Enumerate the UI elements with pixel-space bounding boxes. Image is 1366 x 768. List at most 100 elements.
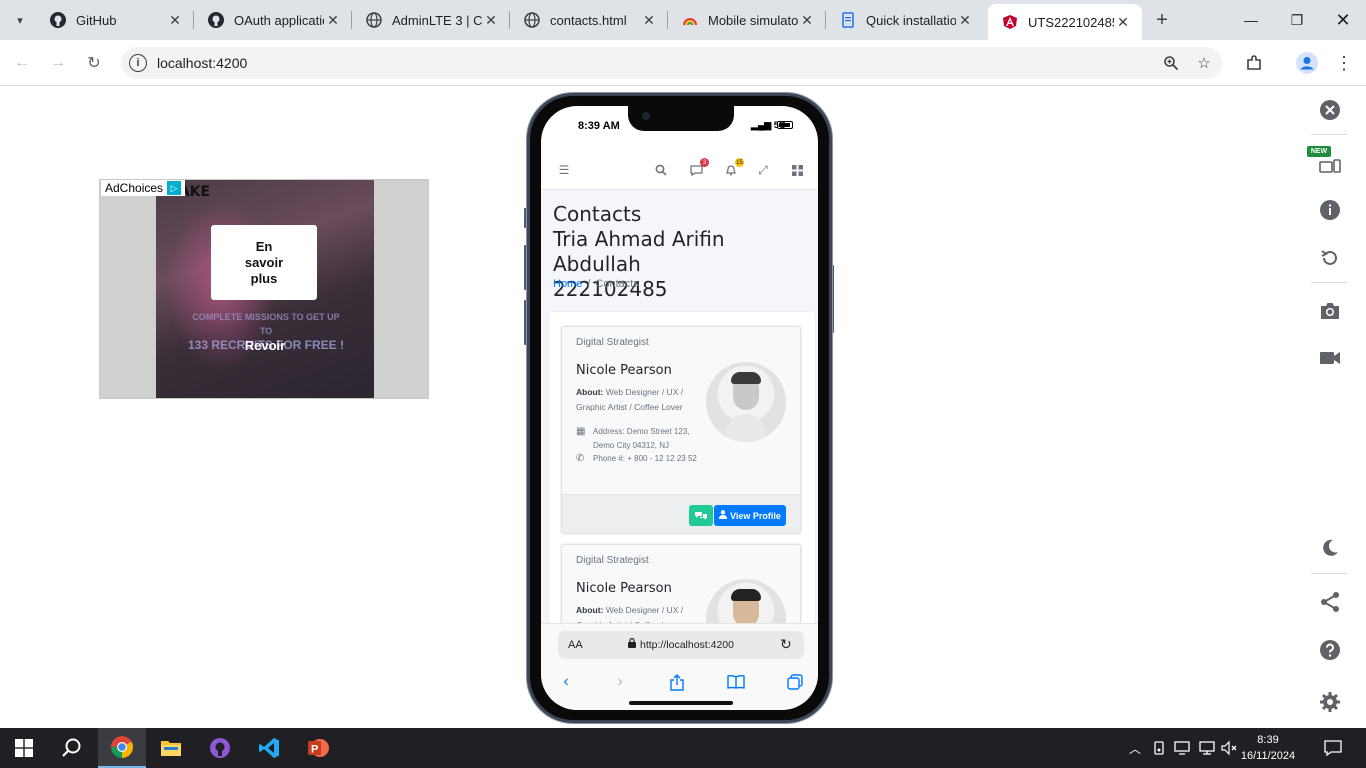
tab-title: UTS222102485 — [1028, 14, 1114, 30]
messages-icon[interactable]: 3 — [688, 158, 709, 178]
contact-about: About: Web Designer / UX / Graphic Artis… — [576, 605, 684, 623]
notifications-center-icon[interactable] — [1320, 728, 1346, 768]
hamburger-menu-icon[interactable]: ☰ — [556, 162, 572, 178]
info-icon[interactable] — [1318, 198, 1342, 222]
tab-search-chevron-icon[interactable]: ▾ — [8, 7, 32, 33]
back-button[interactable]: ← — [8, 49, 36, 77]
reload-button[interactable]: ↻ — [80, 49, 108, 77]
ad-learn-more-button[interactable]: En savoir plus — [211, 225, 317, 300]
tray-overflow-chevron-icon[interactable]: ︿ — [1126, 728, 1144, 768]
close-tab-icon[interactable]: ✕ — [482, 11, 500, 29]
breadcrumb-home-link[interactable]: Home — [553, 278, 582, 290]
contact-role: Digital Strategist — [576, 337, 649, 348]
tabs-icon[interactable] — [785, 672, 805, 692]
tab-oauth[interactable]: OAuth applicatio ✕ — [194, 0, 352, 40]
safari-address-bar[interactable]: AA http://localhost:4200 ↻ — [558, 631, 804, 659]
devices-icon[interactable] — [1318, 152, 1342, 176]
close-tab-icon[interactable]: ✕ — [798, 11, 816, 29]
contact-about: About: Web Designer / UX / Graphic Artis… — [576, 387, 684, 412]
search-icon[interactable] — [653, 162, 669, 178]
bookmark-star-icon[interactable]: ☆ — [1195, 54, 1213, 72]
tray-display-icon[interactable] — [1173, 728, 1191, 768]
restore-button[interactable]: ❐ — [1274, 0, 1320, 40]
tab-title: GitHub — [76, 12, 117, 28]
zoom-icon[interactable] — [1162, 54, 1180, 72]
safari-reload-icon[interactable]: ↻ — [780, 636, 792, 653]
contact-name: Nicole Pearson — [576, 363, 672, 378]
share-icon[interactable] — [667, 672, 687, 692]
battery-icon — [777, 121, 793, 129]
close-tab-icon[interactable]: ✕ — [324, 11, 342, 29]
user-icon — [719, 510, 728, 521]
card-footer: View Profile — [562, 494, 800, 533]
vscode-icon[interactable] — [245, 728, 293, 768]
extensions-icon[interactable] — [1240, 49, 1268, 77]
record-video-icon[interactable] — [1318, 346, 1342, 370]
ad-banner[interactable]: WAKE COMPLETE MISSIONS TO GET UP TO 133 … — [99, 179, 429, 399]
ad-replay-button[interactable]: Revoir — [238, 338, 292, 353]
tab-contacts-html[interactable]: contacts.html ✕ — [510, 0, 668, 40]
tab-github[interactable]: GitHub ✕ — [36, 0, 194, 40]
close-window-button[interactable]: ✕ — [1320, 0, 1366, 40]
settings-gear-icon[interactable] — [1318, 690, 1342, 714]
tab-title: OAuth applicatio — [234, 12, 324, 28]
powerpoint-icon[interactable]: P — [294, 728, 342, 768]
rail-divider — [1311, 134, 1347, 135]
github-desktop-icon[interactable] — [196, 728, 244, 768]
angular-icon — [1002, 14, 1018, 30]
content-wrapper: Contacts Tria Ahmad Arifin Abdullah 2221… — [541, 190, 818, 623]
volume-muted-icon[interactable] — [1220, 728, 1240, 768]
contacts-panel: Digital Strategist Nicole Pearson About:… — [549, 312, 815, 623]
notifications-bell-icon[interactable]: 15 — [723, 158, 744, 178]
share-icon[interactable] — [1318, 590, 1342, 614]
safari-forward-icon[interactable]: › — [610, 672, 630, 692]
globe-icon — [524, 12, 540, 28]
close-tab-icon[interactable]: ✕ — [640, 11, 658, 29]
help-icon[interactable] — [1318, 638, 1342, 662]
file-explorer-icon[interactable] — [147, 728, 195, 768]
close-tab-icon[interactable]: ✕ — [956, 11, 974, 29]
network-icon[interactable] — [1197, 728, 1217, 768]
menu-kebab-icon[interactable]: ⋮ — [1330, 49, 1358, 77]
search-icon[interactable] — [48, 728, 96, 768]
phone-notch — [628, 106, 734, 131]
github-icon — [50, 12, 66, 28]
reader-aa-button[interactable]: AA — [568, 639, 583, 651]
apps-grid-icon[interactable] — [789, 162, 805, 178]
windows-start-icon[interactable] — [0, 728, 48, 768]
dark-mode-moon-icon[interactable] — [1318, 536, 1342, 560]
safari-back-icon[interactable]: ‹ — [556, 672, 576, 692]
tab-uts[interactable]: UTS222102485 ✕ — [988, 4, 1142, 40]
tray-device-icon[interactable] — [1150, 728, 1168, 768]
tab-title: AdminLTE 3 | Co — [392, 12, 482, 28]
forward-button[interactable]: → — [44, 49, 72, 77]
bookmarks-book-icon[interactable] — [726, 672, 746, 692]
contact-phone: ✆ Phone #: + 800 - 12 12 23 52 — [576, 453, 697, 464]
tab-quick-installation[interactable]: Quick installatio ✕ — [826, 0, 984, 40]
site-info-icon[interactable]: i — [129, 54, 147, 72]
github-icon — [208, 12, 224, 28]
taskbar-clock[interactable]: 8:39 16/11/2024 — [1238, 732, 1298, 764]
breadcrumb-current: Contacts — [595, 278, 639, 290]
tab-adminlte[interactable]: AdminLTE 3 | Co ✕ — [352, 0, 510, 40]
contact-role: Digital Strategist — [576, 555, 649, 566]
close-simulator-icon[interactable] — [1318, 98, 1342, 122]
profile-avatar-icon[interactable] — [1293, 49, 1321, 77]
contact-card: Digital Strategist Nicole Pearson About:… — [561, 544, 801, 623]
new-tab-button[interactable]: + — [1150, 8, 1174, 32]
chat-button[interactable] — [689, 505, 713, 526]
rotate-icon[interactable] — [1318, 246, 1342, 270]
view-profile-button[interactable]: View Profile — [714, 505, 786, 526]
close-tab-icon[interactable]: ✕ — [1114, 13, 1132, 31]
rail-divider — [1311, 282, 1347, 283]
tab-strip: ▾ GitHub ✕ OAuth applicatio ✕ AdminLTE 3… — [0, 0, 1366, 40]
minimize-button[interactable]: — — [1228, 0, 1274, 40]
address-bar[interactable]: i localhost:4200 ☆ — [121, 47, 1222, 79]
chrome-taskbar-icon[interactable] — [98, 728, 146, 768]
close-tab-icon[interactable]: ✕ — [166, 11, 184, 29]
address-text[interactable]: localhost:4200 — [157, 55, 247, 71]
fullscreen-icon[interactable]: ⤢ — [755, 162, 771, 178]
screenshot-camera-icon[interactable] — [1318, 299, 1342, 323]
adchoices-label[interactable]: AdChoices ▷ — [101, 180, 186, 196]
tab-mobile-simulator[interactable]: Mobile simulato ✕ — [668, 0, 826, 40]
